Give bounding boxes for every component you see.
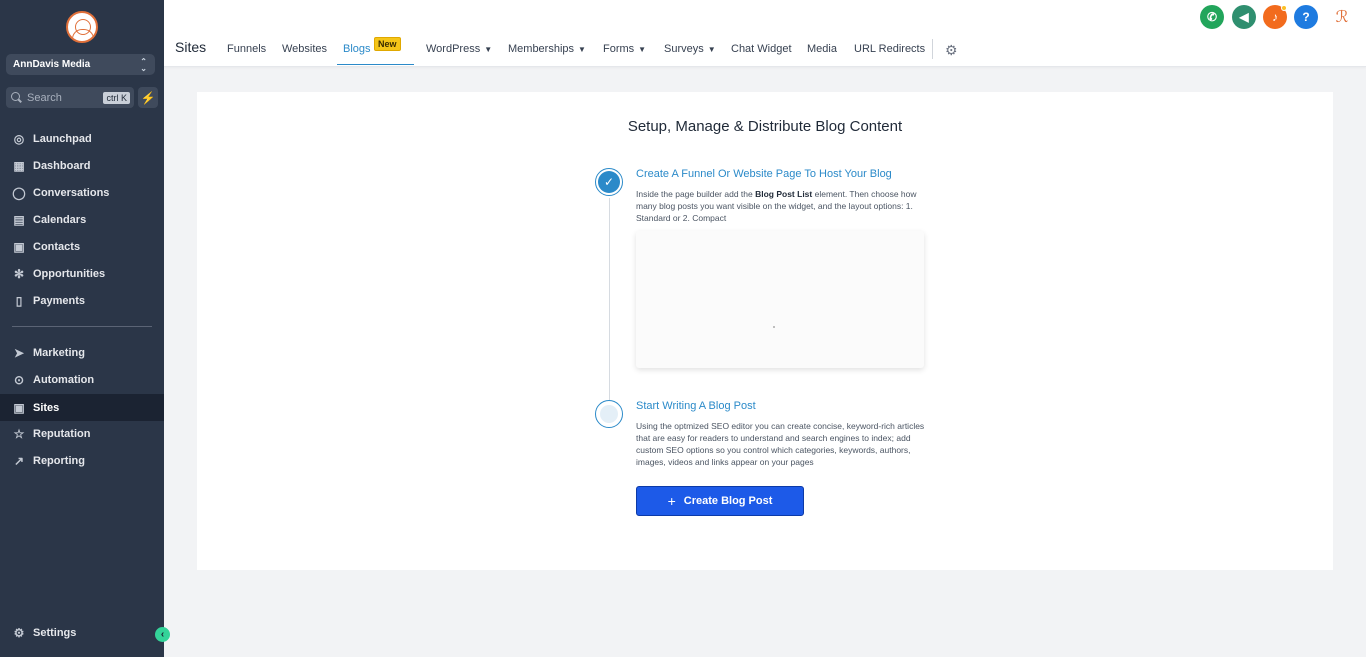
rocket-icon: ◎ <box>13 131 25 146</box>
sidebar-item-label: Automation <box>33 373 95 386</box>
tab-separator <box>932 39 933 59</box>
sidebar-item-label: Settings <box>33 626 77 639</box>
megaphone-icon[interactable]: ◀ <box>1232 5 1256 29</box>
sidebar-item-label: Sites <box>33 401 60 414</box>
company-logo[interactable] <box>66 11 98 43</box>
blog-post-list-preview <box>636 231 924 368</box>
tab-chat-widget[interactable]: Chat Widget <box>731 43 792 55</box>
chevron-down-icon: ▼ <box>638 45 647 54</box>
chevron-down-icon: ▼ <box>578 45 586 54</box>
quick-action-bolt-icon[interactable]: ⚡ <box>138 87 158 108</box>
settings-gear-icon[interactable]: ⚙ <box>945 42 958 59</box>
search-placeholder: Search <box>27 91 62 104</box>
step-2-description: Using the optmized SEO editor you can cr… <box>636 421 925 467</box>
sidebar-item-label: Contacts <box>33 240 81 253</box>
page-title: Sites <box>175 39 207 55</box>
tab-surveys[interactable]: Surveys ▼ <box>664 43 716 55</box>
sidebar-item-label: Marketing <box>33 346 85 359</box>
create-blog-post-label: Create Blog Post <box>683 495 773 507</box>
sidebar-item-automation[interactable]: ⊙ Automation <box>0 366 164 393</box>
sidebar-item-conversations[interactable]: ◯ Conversations <box>0 179 164 206</box>
tab-funnels[interactable]: Funnels <box>227 43 266 55</box>
plus-icon: + <box>667 493 676 509</box>
chevron-down-icon: ▼ <box>707 45 716 54</box>
sidebar-item-calendars[interactable]: ▤ Calendars <box>0 206 164 233</box>
opportunities-icon: ✻ <box>13 266 25 281</box>
create-blog-post-button[interactable]: + Create Blog Post <box>636 486 804 516</box>
step-1-title: Create A Funnel Or Website Page To Host … <box>636 168 892 180</box>
help-icon[interactable]: ? <box>1294 5 1318 29</box>
chevron-updown-icon: ⌃ ⌄ <box>140 56 147 73</box>
phone-icon[interactable]: ✆ <box>1200 5 1224 29</box>
star-icon: ☆ <box>13 426 25 441</box>
new-badge: New <box>374 37 401 51</box>
collapse-sidebar-icon[interactable]: ‹ <box>155 627 170 642</box>
sidebar-item-reputation[interactable]: ☆ Reputation <box>0 420 164 447</box>
sidebar-item-marketing[interactable]: ➤ Marketing <box>0 339 164 366</box>
search-icon <box>11 92 22 103</box>
tab-websites[interactable]: Websites <box>282 43 327 55</box>
chat-icon: ◯ <box>12 185 26 200</box>
tab-memberships[interactable]: Memberships ▼ <box>508 43 586 55</box>
payments-icon: ▯ <box>15 293 23 308</box>
loading-indicator <box>773 326 775 328</box>
automation-icon: ⊙ <box>13 372 25 387</box>
top-bar: Sites Funnels Websites Blogs New WordPre… <box>164 0 1366 67</box>
calendar-icon: ▤ <box>13 212 25 227</box>
tab-wordpress[interactable]: WordPress ▼ <box>426 43 492 55</box>
blog-setup-card: Setup, Manage & Distribute Blog Content … <box>197 92 1333 570</box>
tab-forms[interactable]: Forms ▼ <box>603 43 646 55</box>
gear-icon: ⚙ <box>13 625 25 640</box>
sidebar-item-dashboard[interactable]: ▦ Dashboard <box>0 152 164 179</box>
notification-dot <box>1281 5 1287 11</box>
sidebar-item-reporting[interactable]: ↗ Reporting <box>0 447 164 474</box>
card-title: Setup, Manage & Distribute Blog Content <box>627 118 903 135</box>
sidebar-item-label: Conversations <box>33 186 110 199</box>
tab-blogs[interactable]: Blogs <box>343 43 371 55</box>
bell-icon[interactable]: ♪ <box>1263 5 1287 29</box>
chevron-down-icon: ▼ <box>484 45 493 54</box>
sidebar: AnnDavis Media ⌃ ⌄ Search ctrl K ⚡ ◎ Laun… <box>0 0 170 657</box>
account-switcher[interactable]: AnnDavis Media ⌃ ⌄ <box>6 54 155 75</box>
sidebar-item-label: Calendars <box>33 213 87 226</box>
search-shortcut: ctrl K <box>103 91 130 104</box>
step-connector-line <box>609 198 610 400</box>
grid-icon: ▦ <box>13 158 25 173</box>
sidebar-item-sites[interactable]: ▣ Sites <box>0 394 164 421</box>
step-2-title: Start Writing A Blog Post <box>636 400 756 412</box>
tab-url-redirects[interactable]: URL Redirects <box>854 43 925 55</box>
send-icon: ➤ <box>13 345 25 360</box>
sidebar-item-payments[interactable]: ▯ Payments <box>0 287 164 314</box>
check-icon: ✓ <box>598 171 620 193</box>
trend-icon: ↗ <box>13 453 25 468</box>
search-input[interactable]: Search ctrl K <box>6 87 134 108</box>
sidebar-item-contacts[interactable]: ▣ Contacts <box>0 233 164 260</box>
sidebar-divider <box>12 326 152 327</box>
sidebar-item-label: Dashboard <box>33 159 91 172</box>
sidebar-item-label: Reporting <box>33 454 85 467</box>
sidebar-item-opportunities[interactable]: ✻ Opportunities <box>0 260 164 287</box>
sidebar-item-label: Payments <box>33 294 85 307</box>
account-name: AnnDavis Media <box>13 59 91 70</box>
step-1-indicator: ✓ <box>595 168 623 196</box>
sidebar-item-label: Launchpad <box>33 132 92 145</box>
sidebar-item-label: Opportunities <box>33 267 106 280</box>
sidebar-item-label: Reputation <box>33 427 91 440</box>
step-1-description: Inside the page builder add the Blog Pos… <box>636 189 917 223</box>
sidebar-item-settings[interactable]: ⚙ Settings <box>0 619 164 646</box>
user-avatar[interactable]: ℛ <box>1331 5 1353 29</box>
active-tab-underline <box>337 64 414 65</box>
bell-glyph: ♪ <box>1272 10 1278 24</box>
step-2-dot <box>600 405 618 423</box>
sidebar-item-launchpad[interactable]: ◎ Launchpad <box>0 125 164 152</box>
contacts-icon: ▣ <box>13 239 25 254</box>
sites-icon: ▣ <box>13 400 25 415</box>
tab-media[interactable]: Media <box>807 43 837 55</box>
step-2-indicator <box>595 400 623 428</box>
